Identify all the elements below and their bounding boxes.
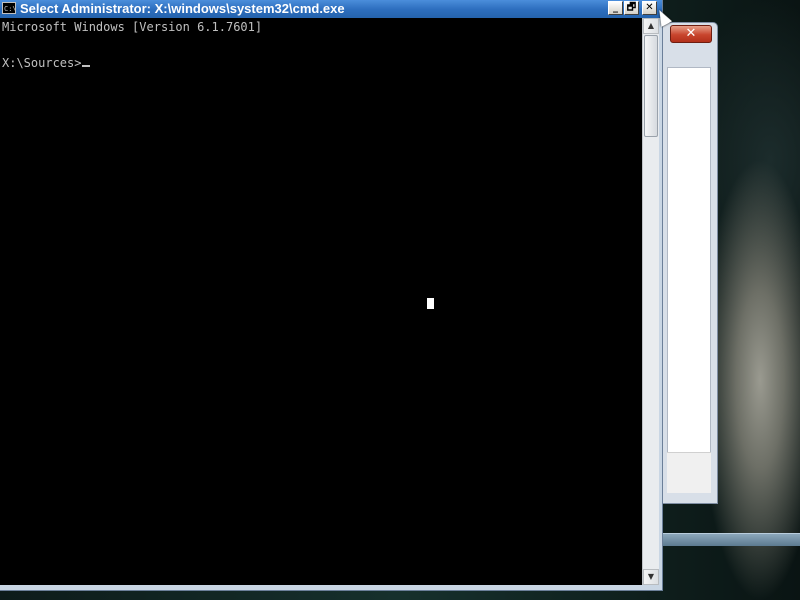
console-block-cursor (427, 298, 434, 309)
window-title: Select Administrator: X:\windows\system3… (20, 1, 345, 16)
background-window[interactable] (662, 22, 718, 504)
console-prompt: X:\Sources> (2, 56, 82, 70)
close-icon: ✕ (645, 2, 654, 13)
minimize-icon: _ (613, 2, 618, 13)
text-cursor (82, 65, 91, 67)
scroll-up-button[interactable]: ▲ (643, 18, 659, 34)
scroll-down-button[interactable]: ▼ (643, 569, 659, 585)
minimize-button[interactable]: _ (608, 1, 623, 15)
background-window-close-button[interactable]: ✕ (670, 25, 712, 43)
console-prompt-line: X:\Sources> (2, 54, 642, 72)
maximize-button[interactable]: 🗗 (624, 1, 639, 15)
background-window-footer (667, 452, 711, 493)
scrollbar-thumb[interactable] (644, 35, 658, 137)
arrow-up-icon: ▲ (647, 21, 655, 30)
close-icon: ✕ (685, 26, 697, 41)
cmd-window[interactable]: C:\ Select Administrator: X:\windows\sys… (0, 0, 663, 591)
title-bar[interactable]: C:\ Select Administrator: X:\windows\sys… (0, 0, 662, 18)
restore-icon: 🗗 (626, 2, 637, 13)
cmd-icon[interactable]: C:\ (2, 2, 16, 14)
background-window-client (667, 67, 711, 493)
arrow-down-icon: ▼ (647, 572, 655, 581)
desktop-background: ✕ C:\ Select Administrator: X:\windows\s… (0, 0, 800, 600)
taskbar-glass-strip (662, 533, 800, 546)
console-output[interactable]: Microsoft Windows [Version 6.1.7601] X:\… (0, 18, 642, 585)
console-line: Microsoft Windows [Version 6.1.7601] (2, 20, 263, 34)
vertical-scrollbar[interactable]: ▲ ▼ (642, 18, 659, 585)
